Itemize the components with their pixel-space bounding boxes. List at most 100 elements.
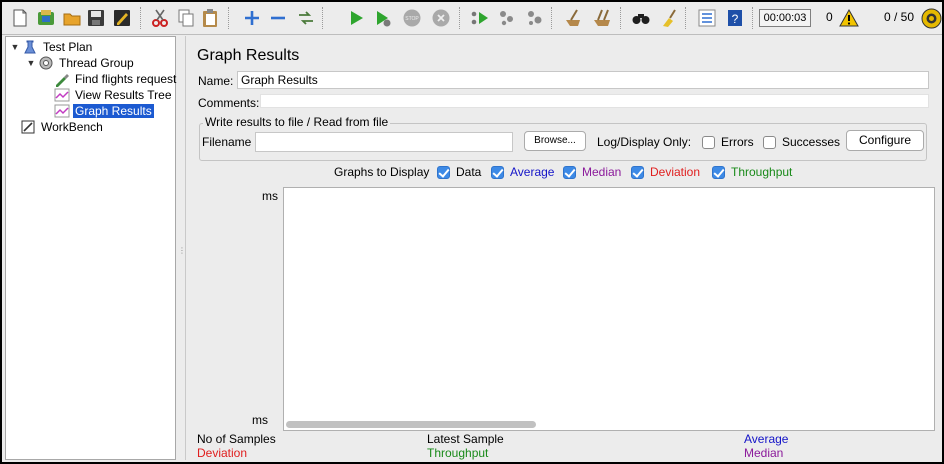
y-axis-top-label: ms xyxy=(262,189,278,203)
checkbox-checked[interactable] xyxy=(563,165,576,179)
throughput-label: Throughput xyxy=(731,165,793,179)
save-as-icon[interactable] xyxy=(111,7,133,29)
tree-item-label: Thread Group xyxy=(59,56,134,70)
average-checkbox[interactable]: Average xyxy=(491,165,554,179)
open-icon[interactable] xyxy=(61,7,83,29)
errors-checkbox[interactable]: Errors xyxy=(702,135,754,149)
toolbar: STOP ? 00:00:03 0 0 / 50 xyxy=(2,2,942,35)
tree-item-find-flights-request[interactable]: Find flights request xyxy=(54,71,178,87)
toolbar-separator xyxy=(685,7,686,29)
function-helper-icon[interactable] xyxy=(696,7,718,29)
toggle-icon[interactable] xyxy=(295,7,317,29)
help-icon[interactable]: ? xyxy=(724,7,746,29)
toolbar-separator xyxy=(322,7,323,29)
listener-icon xyxy=(54,87,70,103)
errors-label: Errors xyxy=(721,135,754,149)
paste-icon[interactable] xyxy=(199,7,221,29)
average-label: Average xyxy=(510,165,555,179)
thread-status-icon xyxy=(921,8,942,29)
start-no-pause-icon[interactable] xyxy=(372,7,394,29)
expanded-triangle-icon[interactable]: ▼ xyxy=(26,58,36,68)
tree-item-view-results-tree[interactable]: View Results Tree xyxy=(54,87,174,103)
thread-group-icon xyxy=(38,55,54,71)
throughput-stat-label: Throughput xyxy=(427,446,489,460)
tree-item-label: Test Plan xyxy=(43,40,93,54)
sampler-icon xyxy=(54,71,70,87)
reset-search-icon[interactable] xyxy=(658,7,680,29)
tree-item-thread-group[interactable]: ▼ Thread Group xyxy=(26,55,136,71)
filename-field[interactable] xyxy=(255,132,513,152)
clear-all-icon[interactable] xyxy=(591,7,613,29)
checkbox-square[interactable] xyxy=(702,135,715,149)
median-checkbox[interactable]: Median xyxy=(563,165,621,179)
average-stat-label: Average xyxy=(744,432,789,446)
toolbar-separator xyxy=(551,7,552,29)
checkbox-checked[interactable] xyxy=(491,165,504,179)
y-axis-bottom-label: ms xyxy=(252,413,268,427)
tree-item-label: Graph Results xyxy=(73,104,154,118)
browse-button[interactable]: Browse... xyxy=(524,131,586,151)
tree-item-label: WorkBench xyxy=(41,120,103,134)
name-field[interactable]: Graph Results xyxy=(237,71,929,89)
file-group-title: Write results to file / Read from file xyxy=(203,115,391,129)
clear-icon[interactable] xyxy=(562,7,584,29)
remote-stop-icon[interactable] xyxy=(496,7,518,29)
stop-icon[interactable]: STOP xyxy=(401,7,423,29)
remote-shutdown-icon[interactable] xyxy=(524,7,546,29)
cut-icon[interactable] xyxy=(149,7,171,29)
no-of-samples-label: No of Samples xyxy=(197,432,276,446)
data-label: Data xyxy=(456,165,482,179)
warning-icon[interactable] xyxy=(839,8,859,28)
median-label: Median xyxy=(582,165,622,179)
checkbox-square[interactable] xyxy=(763,135,776,149)
page-title: Graph Results xyxy=(197,47,300,64)
toolbar-separator xyxy=(140,7,141,29)
jmeter-window: STOP ? 00:00:03 0 0 / 50 ▼ Test Plan ▼ T xyxy=(2,2,942,462)
copy-icon[interactable] xyxy=(175,7,197,29)
data-checkbox[interactable]: Data xyxy=(437,165,481,179)
configure-button[interactable]: Configure xyxy=(846,130,924,151)
throughput-checkbox[interactable]: Throughput xyxy=(712,165,792,179)
shutdown-icon[interactable] xyxy=(430,7,452,29)
toolbar-separator xyxy=(459,7,460,29)
checkbox-checked[interactable] xyxy=(631,165,644,179)
elapsed-timer: 00:00:03 xyxy=(759,9,811,27)
tree-item-test-plan[interactable]: ▼ Test Plan xyxy=(10,39,94,55)
start-icon[interactable] xyxy=(345,7,367,29)
comments-label: Comments: xyxy=(198,96,260,110)
checkbox-checked[interactable] xyxy=(437,165,450,179)
search-icon[interactable] xyxy=(630,7,652,29)
checkbox-checked[interactable] xyxy=(712,165,725,179)
scrollbar-thumb[interactable] xyxy=(286,421,536,428)
new-icon[interactable] xyxy=(9,7,31,29)
graph-results-panel: Graph Results Name: Graph Results Commen… xyxy=(185,36,938,460)
deviation-stat-label: Deviation xyxy=(197,446,248,460)
deviation-checkbox[interactable]: Deviation xyxy=(631,165,700,179)
remote-start-icon[interactable] xyxy=(469,7,491,29)
graph-canvas xyxy=(283,187,935,431)
tree-item-label: Find flights request xyxy=(75,72,177,86)
log-display-only-label: Log/Display Only: xyxy=(597,135,692,149)
name-label: Name: xyxy=(198,74,234,88)
svg-text:?: ? xyxy=(732,12,739,26)
successes-checkbox[interactable]: Successes xyxy=(763,135,840,149)
toolbar-separator xyxy=(752,7,753,29)
listener-icon xyxy=(54,103,70,119)
toolbar-separator xyxy=(620,7,621,29)
test-plan-icon xyxy=(22,39,38,55)
graphs-to-display-label: Graphs to Display xyxy=(334,165,430,179)
collapse-icon[interactable] xyxy=(267,7,289,29)
successes-label: Successes xyxy=(782,135,841,149)
tree-item-graph-results[interactable]: Graph Results xyxy=(54,103,154,119)
workbench-icon xyxy=(20,119,36,135)
comments-field[interactable] xyxy=(260,94,929,108)
templates-icon[interactable] xyxy=(35,7,57,29)
save-icon[interactable] xyxy=(85,7,107,29)
test-plan-tree: ▼ Test Plan ▼ Thread Group Find flights … xyxy=(5,36,176,460)
expand-icon[interactable] xyxy=(241,7,263,29)
filename-label: Filename xyxy=(202,135,252,149)
active-threads: 0 / 50 xyxy=(883,10,914,24)
expanded-triangle-icon[interactable]: ▼ xyxy=(10,42,20,52)
deviation-label: Deviation xyxy=(650,165,701,179)
tree-item-workbench[interactable]: WorkBench xyxy=(20,119,105,135)
